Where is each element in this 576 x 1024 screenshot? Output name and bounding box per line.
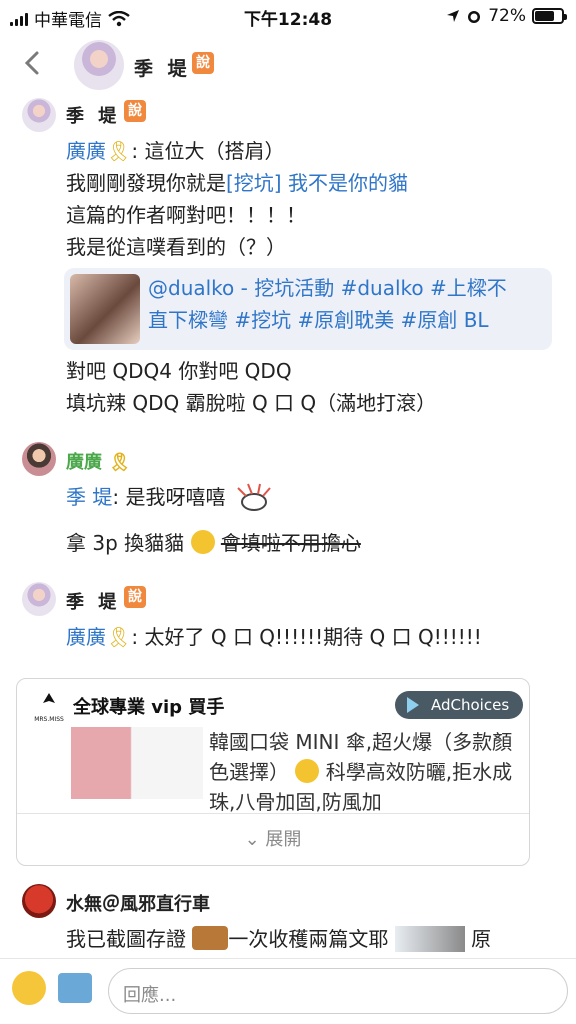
ad-brand-name[interactable]: 全球專業 vip 買手 bbox=[73, 693, 224, 719]
mention-link[interactable]: 廣廣 bbox=[66, 625, 106, 649]
strikethrough-text: 會填啦不用擔心 bbox=[220, 531, 361, 555]
status-bar: 中華電信 下午12:48 72% bbox=[0, 0, 576, 32]
message-line: 廣廣🎗: 這位大（搭肩） bbox=[66, 139, 285, 163]
brand-logo-icon: MRS.MISS bbox=[34, 693, 64, 723]
user-badge: 說 bbox=[124, 586, 146, 608]
blush-emoji-icon bbox=[190, 530, 215, 554]
reply-composer: 回應... bbox=[0, 958, 576, 1024]
sticker-icon bbox=[237, 483, 271, 511]
user-name[interactable]: 廣廣 🎗 bbox=[66, 448, 131, 474]
message-line: 我是從這噗看到的（？） bbox=[66, 235, 286, 259]
alarm-icon bbox=[468, 11, 481, 23]
message-line: 這篇的作者啊對吧！！！！ bbox=[66, 203, 306, 227]
user-name[interactable]: 水無＠風邪直行車 bbox=[66, 890, 210, 916]
header-badge: 說 bbox=[192, 52, 214, 74]
ad-description: 韓國口袋 MINI 傘,超火爆（多款顏色選擇） 科學高效防曬,拒水成珠,八骨加固… bbox=[209, 730, 513, 813]
divider bbox=[17, 813, 529, 814]
post-title-link[interactable]: [挖坑] 我不是你的貓 bbox=[226, 171, 408, 195]
location-icon bbox=[447, 10, 460, 22]
message-line: 我已截圖存證 一次收穫兩篇文耶 原 bbox=[66, 926, 492, 952]
reply-input[interactable]: 回應... bbox=[108, 968, 568, 1014]
chevron-down-icon: ⌄ bbox=[244, 829, 260, 850]
message-line: 填坑辣 QDQ 霸脫啦 Q 口 Q（滿地打滾） bbox=[66, 391, 437, 415]
expand-button[interactable]: ⌄ 展開 bbox=[17, 825, 529, 851]
message-line: 季 堤: 是我呀嘻嘻 bbox=[66, 482, 276, 512]
mention-link[interactable]: 季 堤 bbox=[66, 485, 112, 509]
ad-product-image[interactable] bbox=[71, 727, 203, 799]
avatar[interactable] bbox=[22, 442, 56, 476]
svg-text:MRS.MISS: MRS.MISS bbox=[34, 716, 64, 723]
avatar[interactable] bbox=[22, 582, 56, 616]
emoji-picker-icon[interactable] bbox=[12, 971, 46, 1005]
battery-percent: 72% bbox=[488, 6, 526, 26]
user-name[interactable]: 季 堤 bbox=[66, 588, 120, 614]
ribbon-icon: 🎗 bbox=[106, 625, 132, 649]
heart-eyes-emoji-icon bbox=[295, 759, 320, 783]
header-user-name[interactable]: 季 堤 bbox=[134, 54, 191, 81]
user-name[interactable]: 季 堤 bbox=[66, 102, 120, 128]
blurred-sticker-icon bbox=[394, 926, 465, 952]
adchoices-button[interactable]: AdChoices bbox=[395, 691, 523, 719]
mention-link[interactable]: 廣廣 bbox=[66, 139, 106, 163]
message-line: 廣廣🎗: 太好了 Q 口 Q!!!!!!期待 Q 口 Q!!!!!! bbox=[66, 625, 482, 649]
back-chevron-icon[interactable] bbox=[18, 48, 48, 78]
ribbon-icon: 🎗 bbox=[106, 139, 132, 163]
message-line: 對吧 QDQ4 你對吧 QDQ bbox=[66, 359, 292, 383]
header-avatar[interactable] bbox=[74, 40, 124, 90]
link-preview-line: 直下樑彎 #挖坑 #原創耽美 #原創 BL bbox=[148, 308, 489, 332]
conversation-header: 季 堤 說 bbox=[0, 34, 576, 96]
sponsored-ad-card[interactable]: MRS.MISS 全球專業 vip 買手 AdChoices 韓國口袋 MINI… bbox=[16, 678, 530, 866]
avatar[interactable] bbox=[22, 884, 56, 918]
ribbon-icon: 🎗 bbox=[102, 452, 132, 473]
message-line: 拿 3p 換貓貓 會填啦不用擔心 bbox=[66, 530, 361, 555]
adchoices-icon bbox=[407, 697, 419, 713]
user-badge: 說 bbox=[124, 100, 146, 122]
image-upload-icon[interactable] bbox=[58, 973, 92, 1003]
avatar[interactable] bbox=[22, 98, 56, 132]
link-preview-line: @dualko - 挖坑活動 #dualko #上樑不 bbox=[148, 276, 507, 300]
sticker-icon bbox=[192, 926, 229, 950]
battery-icon bbox=[532, 8, 567, 24]
message-line: 我剛剛發現你就是[挖坑] 我不是你的貓 bbox=[66, 171, 408, 195]
link-thumbnail bbox=[70, 274, 140, 344]
link-preview-card[interactable]: @dualko - 挖坑活動 #dualko #上樑不 直下樑彎 #挖坑 #原創… bbox=[64, 268, 552, 350]
